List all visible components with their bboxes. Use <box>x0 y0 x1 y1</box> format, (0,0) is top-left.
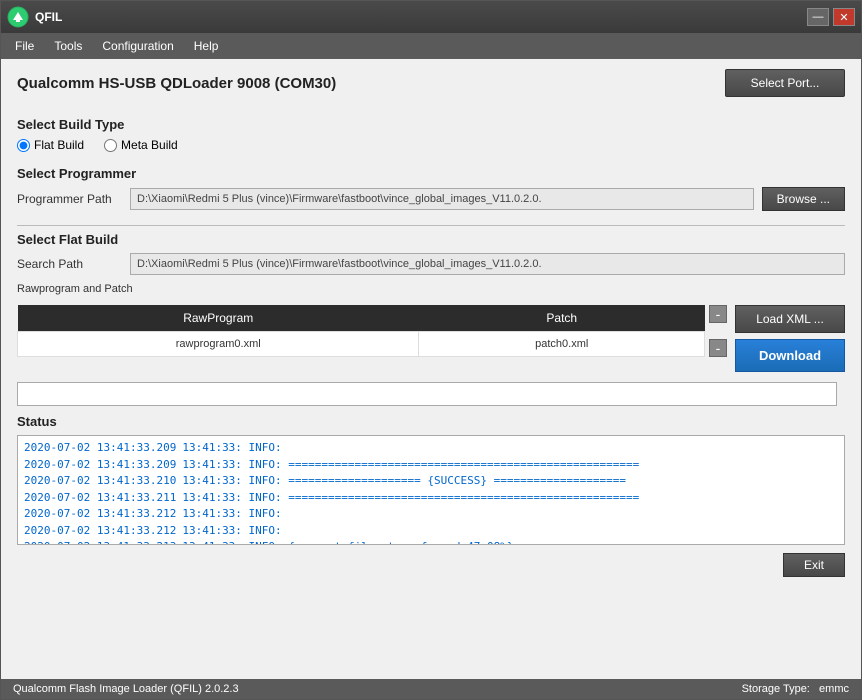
log-timestamp-2: 2020-07-02 13:41:33.210 <box>24 473 176 490</box>
log-message-3: 13:41:33: INFO: ========================… <box>182 490 639 507</box>
download-button[interactable]: Download <box>735 339 845 372</box>
log-line-5: 2020-07-02 13:41:33.212 13:41:33: INFO: <box>24 523 838 540</box>
menu-file[interactable]: File <box>5 37 44 55</box>
device-header: Qualcomm HS-USB QDLoader 9008 (COM30) Se… <box>17 69 845 105</box>
minimize-button[interactable]: — <box>807 8 829 26</box>
exit-button[interactable]: Exit <box>783 553 845 577</box>
log-line-0: 2020-07-02 13:41:33.209 13:41:33: INFO: <box>24 440 838 457</box>
xml-table-container: RawProgram Patch rawprogram0.xml patch0.… <box>17 305 727 372</box>
log-line-4: 2020-07-02 13:41:33.212 13:41:33: INFO: <box>24 506 838 523</box>
table-minus-top-button[interactable]: - <box>709 305 727 323</box>
log-message-0: 13:41:33: INFO: <box>182 440 281 457</box>
extra-input-field[interactable] <box>17 382 837 406</box>
log-message-6: 13:41:33: INFO: {percent files transferr… <box>182 539 513 545</box>
footer: Qualcomm Flash Image Loader (QFIL) 2.0.2… <box>1 679 861 699</box>
flat-build-radio[interactable] <box>17 139 30 152</box>
meta-build-radio[interactable] <box>104 139 117 152</box>
menu-tools[interactable]: Tools <box>44 37 92 55</box>
log-message-5: 13:41:33: INFO: <box>182 523 281 540</box>
meta-build-label: Meta Build <box>121 138 178 152</box>
window-controls: — ✕ <box>807 8 855 26</box>
build-type-section: Select Build Type Flat Build Meta Build <box>17 117 845 152</box>
browse-button[interactable]: Browse ... <box>762 187 845 211</box>
rawprogram-header: RawProgram <box>18 305 419 332</box>
programmer-label: Select Programmer <box>17 166 845 181</box>
status-label: Status <box>17 414 845 429</box>
log-timestamp-1: 2020-07-02 13:41:33.209 <box>24 457 176 474</box>
flat-build-label: Flat Build <box>34 138 84 152</box>
log-timestamp-4: 2020-07-02 13:41:33.212 <box>24 506 176 523</box>
rawprogram-cell: rawprogram0.xml <box>18 332 419 357</box>
title-bar-text: QFIL <box>35 10 807 24</box>
status-section: Status 2020-07-02 13:41:33.209 13:41:33:… <box>17 414 845 545</box>
search-path-row: Search Path <box>17 253 845 275</box>
flat-build-section: Select Flat Build Search Path Rawprogram… <box>17 232 845 295</box>
main-content: Qualcomm HS-USB QDLoader 9008 (COM30) Se… <box>1 59 861 679</box>
table-minus-bottom-button[interactable]: - <box>709 339 727 357</box>
log-timestamp-6: 2020-07-02 13:41:33.213 <box>24 539 176 545</box>
log-message-1: 13:41:33: INFO: ========================… <box>182 457 639 474</box>
exit-row: Exit <box>17 553 845 583</box>
close-button[interactable]: ✕ <box>833 8 855 26</box>
programmer-path-label: Programmer Path <box>17 192 122 206</box>
xml-table: RawProgram Patch rawprogram0.xml patch0.… <box>17 305 705 357</box>
log-line-1: 2020-07-02 13:41:33.209 13:41:33: INFO: … <box>24 457 838 474</box>
log-line-6: 2020-07-02 13:41:33.213 13:41:33: INFO: … <box>24 539 838 545</box>
log-timestamp-5: 2020-07-02 13:41:33.212 <box>24 523 176 540</box>
footer-storage-label: Storage Type: <box>742 683 810 695</box>
patch-header: Patch <box>419 305 705 332</box>
flat-build-option[interactable]: Flat Build <box>17 138 84 152</box>
status-log[interactable]: 2020-07-02 13:41:33.209 13:41:33: INFO: … <box>17 435 845 545</box>
extra-input-row <box>17 382 845 406</box>
log-timestamp-0: 2020-07-02 13:41:33.209 <box>24 440 176 457</box>
log-line-2: 2020-07-02 13:41:33.210 13:41:33: INFO: … <box>24 473 838 490</box>
menu-bar: File Tools Configuration Help <box>1 33 861 59</box>
build-type-label: Select Build Type <box>17 117 845 132</box>
load-xml-button[interactable]: Load XML ... <box>735 305 845 333</box>
programmer-section: Select Programmer Programmer Path Browse… <box>17 166 845 211</box>
search-path-input[interactable] <box>130 253 845 275</box>
xml-buttons: Load XML ... Download <box>735 305 845 372</box>
search-path-label: Search Path <box>17 257 122 271</box>
programmer-path-row: Programmer Path Browse ... <box>17 187 845 211</box>
log-message-4: 13:41:33: INFO: <box>182 506 281 523</box>
device-title: Qualcomm HS-USB QDLoader 9008 (COM30) <box>17 75 336 92</box>
menu-help[interactable]: Help <box>184 37 229 55</box>
flat-build-section-label: Select Flat Build <box>17 232 845 247</box>
xml-area: RawProgram Patch rawprogram0.xml patch0.… <box>17 305 845 372</box>
programmer-path-input[interactable] <box>130 188 754 210</box>
footer-storage-value: emmc <box>819 683 849 695</box>
build-type-options: Flat Build Meta Build <box>17 138 845 152</box>
title-bar: QFIL — ✕ <box>1 1 861 33</box>
rawprogram-label: Rawprogram and Patch <box>17 283 845 295</box>
patch-cell: patch0.xml <box>419 332 705 357</box>
app-logo-icon <box>7 6 29 28</box>
footer-app-name: Qualcomm Flash Image Loader (QFIL) 2.0.2… <box>13 683 239 695</box>
log-message-2: 13:41:33: INFO: ==================== {SU… <box>182 473 626 490</box>
xml-table-header-row: RawProgram Patch <box>18 305 705 332</box>
meta-build-option[interactable]: Meta Build <box>104 138 178 152</box>
footer-storage: Storage Type: emmc <box>742 683 849 695</box>
log-timestamp-3: 2020-07-02 13:41:33.211 <box>24 490 176 507</box>
main-window: QFIL — ✕ File Tools Configuration Help Q… <box>0 0 862 700</box>
select-port-button[interactable]: Select Port... <box>725 69 845 97</box>
menu-configuration[interactable]: Configuration <box>92 37 183 55</box>
log-line-3: 2020-07-02 13:41:33.211 13:41:33: INFO: … <box>24 490 838 507</box>
table-row: rawprogram0.xml patch0.xml <box>18 332 705 357</box>
